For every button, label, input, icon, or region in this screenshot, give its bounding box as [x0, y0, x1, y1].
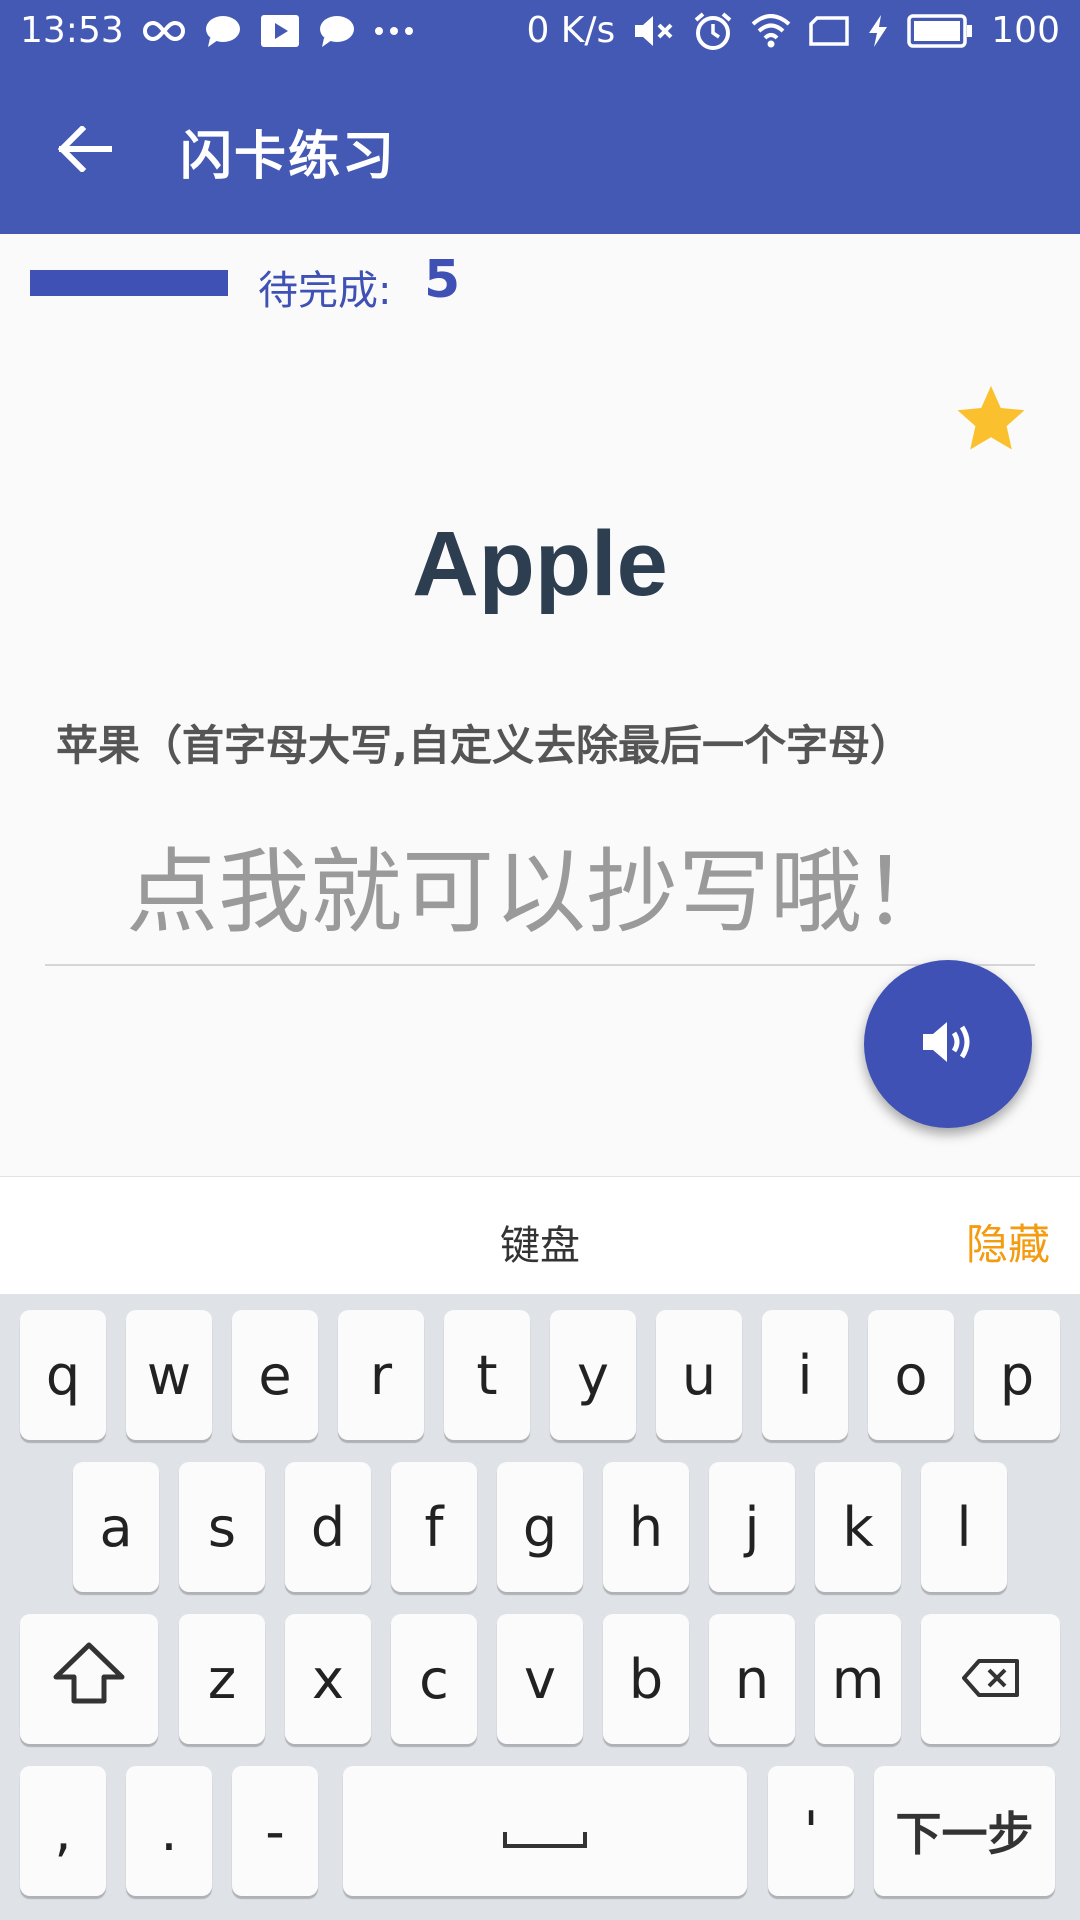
key-w[interactable]: w: [126, 1310, 212, 1440]
shift-icon: [52, 1641, 126, 1718]
chat-icon: [318, 14, 356, 48]
key-h[interactable]: h: [603, 1462, 689, 1592]
keyboard-title: 键盘: [500, 1223, 580, 1269]
key-r[interactable]: r: [338, 1310, 424, 1440]
key-k[interactable]: k: [815, 1462, 901, 1592]
key-comma[interactable]: ,: [20, 1766, 106, 1896]
battery-level: 100: [991, 10, 1060, 51]
key-g[interactable]: g: [497, 1462, 583, 1592]
status-time: 13:53: [20, 10, 124, 51]
keyboard-header: 键盘 隐藏: [0, 1176, 1080, 1296]
favorite-button[interactable]: [952, 380, 1030, 458]
key-z[interactable]: z: [179, 1614, 265, 1744]
charging-icon: [867, 14, 889, 48]
key-c[interactable]: c: [391, 1614, 477, 1744]
infinity-icon: [142, 17, 186, 45]
next-button[interactable]: 下一步: [874, 1766, 1055, 1896]
more-dots-icon: [374, 26, 414, 36]
key-s[interactable]: s: [179, 1462, 265, 1592]
key-t[interactable]: t: [444, 1310, 530, 1440]
backspace-key[interactable]: [921, 1614, 1060, 1744]
pending-label: 待完成:: [258, 268, 392, 314]
keyboard: q w e r t y u i o p a s d f g h j k l z …: [0, 1294, 1080, 1920]
key-dash[interactable]: -: [232, 1766, 318, 1896]
copy-input[interactable]: [45, 820, 1035, 966]
key-p[interactable]: p: [974, 1310, 1060, 1440]
key-x[interactable]: x: [285, 1614, 371, 1744]
status-bar: 13:53 0 K/s 100: [0, 0, 1080, 66]
key-m[interactable]: m: [815, 1614, 901, 1744]
play-icon: [260, 14, 300, 48]
speak-button[interactable]: [864, 960, 1032, 1128]
card-definition: 苹果（首字母大写,自定义去除最后一个字母）: [56, 721, 912, 770]
app-bar: 闪卡练习: [0, 66, 1080, 234]
key-i[interactable]: i: [762, 1310, 848, 1440]
key-f[interactable]: f: [391, 1462, 477, 1592]
battery-icon: [907, 13, 973, 48]
star-icon: [952, 385, 1030, 462]
key-period[interactable]: .: [126, 1766, 212, 1896]
speaker-icon: [920, 1018, 976, 1070]
key-e[interactable]: e: [232, 1310, 318, 1440]
shift-key[interactable]: [20, 1614, 158, 1744]
hide-keyboard-button[interactable]: 隐藏: [966, 1211, 1050, 1272]
page-title: 闪卡练习: [180, 127, 397, 187]
backspace-icon: [961, 1648, 1021, 1711]
progress-bar: [30, 270, 228, 296]
key-a[interactable]: a: [73, 1462, 159, 1592]
mute-icon: [633, 14, 675, 48]
key-u[interactable]: u: [656, 1310, 742, 1440]
card-word: Apple: [412, 513, 668, 615]
sim-icon: [809, 15, 850, 46]
key-q[interactable]: q: [20, 1310, 106, 1440]
back-button[interactable]: [50, 116, 120, 186]
alarm-icon: [693, 11, 733, 51]
key-n[interactable]: n: [709, 1614, 795, 1744]
key-j[interactable]: j: [709, 1462, 795, 1592]
space-key[interactable]: [343, 1766, 747, 1896]
key-y[interactable]: y: [550, 1310, 636, 1440]
pending-count: 5: [424, 250, 461, 310]
key-apostrophe[interactable]: ': [768, 1766, 854, 1896]
key-v[interactable]: v: [497, 1614, 583, 1744]
key-b[interactable]: b: [603, 1614, 689, 1744]
key-d[interactable]: d: [285, 1462, 371, 1592]
space-icon: [502, 1800, 588, 1863]
net-speed: 0 K/s: [526, 10, 616, 51]
key-o[interactable]: o: [868, 1310, 954, 1440]
wifi-icon: [751, 13, 791, 48]
chat-icon: [204, 14, 242, 48]
arrow-left-icon: [57, 124, 113, 176]
key-l[interactable]: l: [921, 1462, 1007, 1592]
